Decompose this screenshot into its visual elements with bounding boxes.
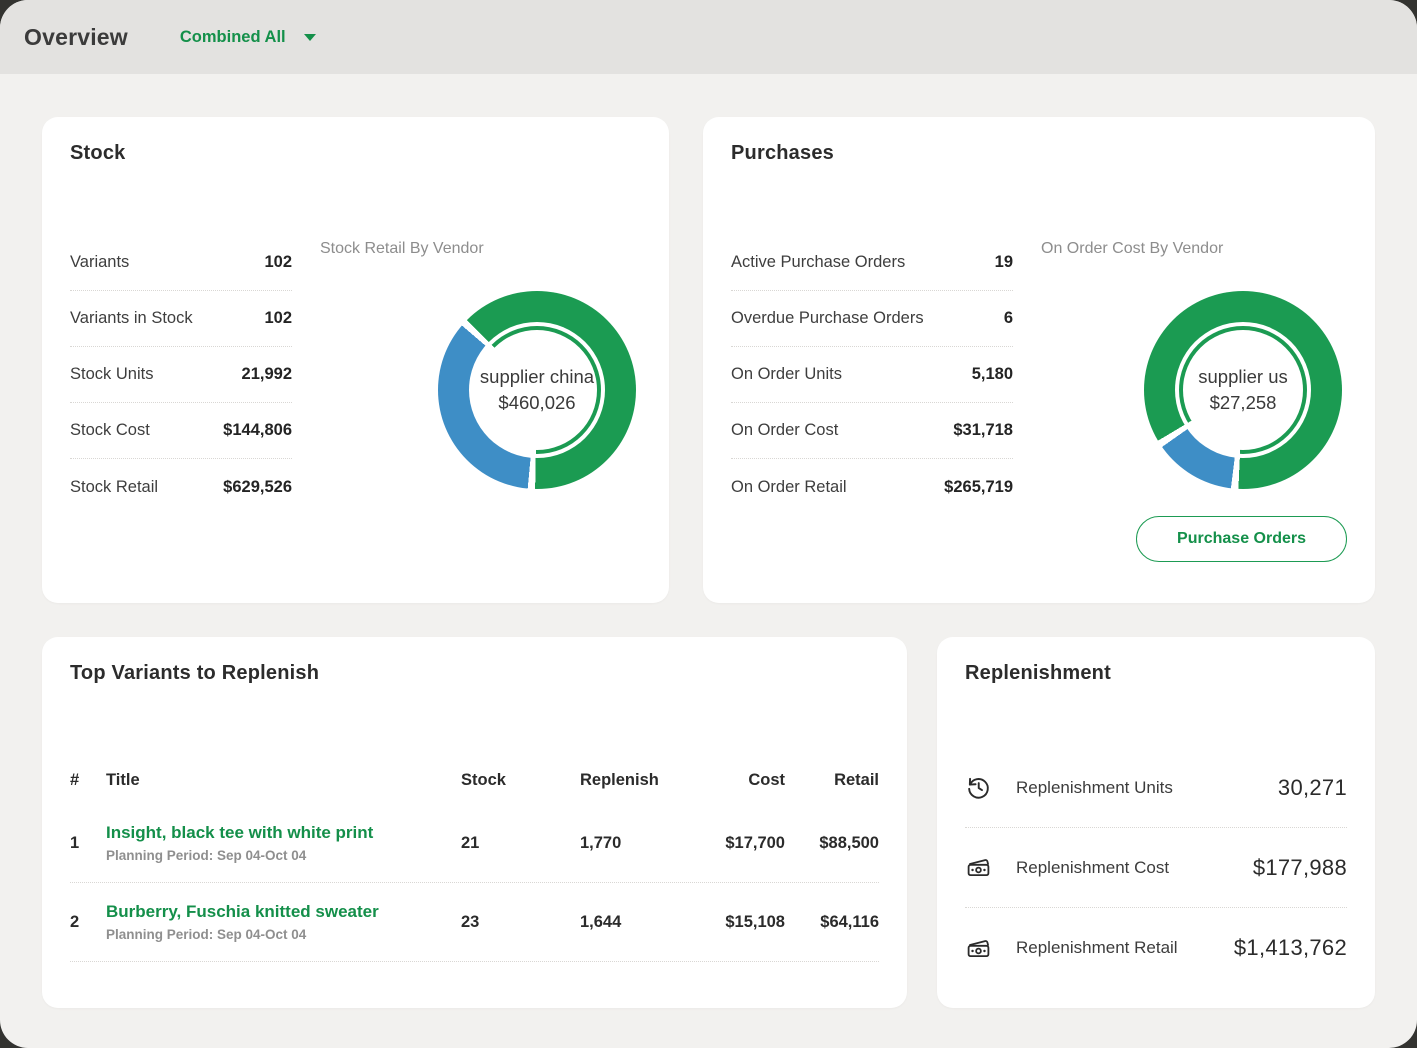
donut-center-label: supplier china $460,026 [478, 331, 596, 449]
stat-row-active-po: Active Purchase Orders 19 [731, 235, 1013, 291]
stock-card: Stock Variants 102 Variants in Stock 102… [42, 117, 669, 603]
on-order-cost-donut-chart[interactable]: supplier us $27,258 [1144, 291, 1342, 489]
overview-page: Overview Combined All Stock Variants 102 [0, 0, 1417, 1048]
table-row: 1 Insight, black tee with white print Pl… [70, 804, 879, 883]
replenishment-retail-row: Replenishment Retail $1,413,762 [965, 908, 1347, 988]
dashboard-content: Stock Variants 102 Variants in Stock 102… [0, 74, 1417, 1048]
purchases-card-title: Purchases [731, 142, 1347, 165]
stat-row-overdue-po: Overdue Purchase Orders 6 [731, 291, 1013, 347]
stat-row-on-order-cost: On Order Cost $31,718 [731, 403, 1013, 459]
page-title: Overview [24, 24, 128, 51]
replenishment-card: Replenishment Replenishment Units 30,271 [937, 637, 1375, 1008]
top-variants-card: Top Variants to Replenish # Title Stock … [42, 637, 907, 1008]
replenishment-cost-row: Replenishment Cost $177,988 [965, 828, 1347, 908]
planning-period: Planning Period: Sep 04-Oct 04 [106, 848, 461, 863]
table-row: 2 Burberry, Fuschia knitted sweater Plan… [70, 883, 879, 962]
stock-stats: Variants 102 Variants in Stock 102 Stock… [70, 235, 292, 515]
stat-row-variants-in-stock: Variants in Stock 102 [70, 291, 292, 347]
chevron-down-icon [304, 34, 316, 41]
purchases-card: Purchases Active Purchase Orders 19 Over… [703, 117, 1375, 603]
stat-row-stock-units: Stock Units 21,992 [70, 347, 292, 403]
variant-link[interactable]: Burberry, Fuschia knitted sweater [106, 902, 379, 922]
top-bar: Overview Combined All [0, 0, 1417, 74]
purchase-orders-button[interactable]: Purchase Orders [1136, 516, 1347, 562]
top-variants-title: Top Variants to Replenish [70, 662, 879, 685]
stat-row-stock-cost: Stock Cost $144,806 [70, 403, 292, 459]
stat-row-on-order-retail: On Order Retail $265,719 [731, 459, 1013, 515]
stat-row-on-order-units: On Order Units 5,180 [731, 347, 1013, 403]
stat-row-variants: Variants 102 [70, 235, 292, 291]
variant-link[interactable]: Insight, black tee with white print [106, 823, 373, 843]
stat-row-stock-retail: Stock Retail $629,526 [70, 459, 292, 515]
purchases-stats: Active Purchase Orders 19 Overdue Purcha… [731, 235, 1013, 562]
planning-period: Planning Period: Sep 04-Oct 04 [106, 927, 461, 942]
table-header-row: # Title Stock Replenish Cost Retail [70, 771, 879, 804]
cash-icon [965, 935, 992, 962]
combined-all-dropdown[interactable]: Combined All [180, 28, 316, 47]
filter-label: Combined All [180, 28, 286, 47]
replenishment-units-row: Replenishment Units 30,271 [965, 748, 1347, 828]
stock-chart-title: Stock Retail By Vendor [320, 235, 484, 258]
top-variants-table: # Title Stock Replenish Cost Retail 1 In… [70, 771, 879, 962]
replenishment-list: Replenishment Units 30,271 Re [965, 748, 1347, 988]
purchases-chart-title: On Order Cost By Vendor [1041, 235, 1223, 258]
donut-center-label: supplier us $27,258 [1184, 331, 1302, 449]
stock-card-title: Stock [70, 142, 641, 165]
stock-retail-donut-chart[interactable]: supplier china $460,026 [438, 291, 636, 489]
replenishment-title: Replenishment [965, 662, 1347, 685]
history-icon [965, 774, 992, 801]
cash-icon [965, 854, 992, 881]
